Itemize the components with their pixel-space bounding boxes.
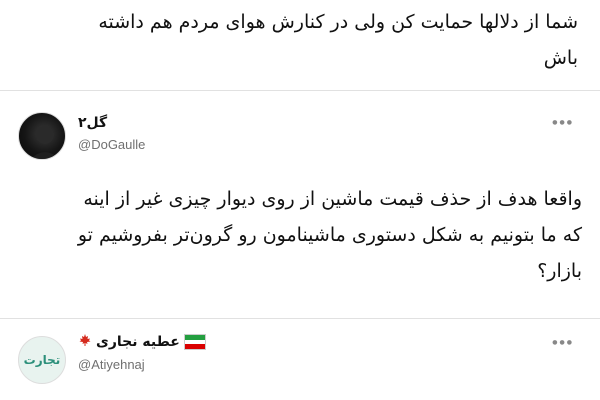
avatar-silhouette-icon [31, 126, 59, 159]
more-horizontal-icon[interactable]: ●●● [552, 339, 574, 346]
avatar[interactable] [18, 112, 66, 160]
maple-leaf-icon [78, 333, 92, 351]
tweet-card[interactable]: تجارت عطیه نجاری @Atiyehnaj ●●● [0, 319, 600, 400]
display-name[interactable]: عطیه نجاری [78, 333, 206, 351]
user-handle[interactable]: @DoGaulle [78, 137, 145, 152]
tweet-card[interactable]: ۲گل @DoGaulle ●●● واقعا هدف از حذف قیمت … [0, 91, 600, 318]
tweet-body: واقعا هدف از حذف قیمت ماشین از روی دیوار… [22, 181, 582, 289]
tweet-line-2: که ما بتونیم به شکل دستوری ماشینامون رو … [77, 224, 582, 246]
display-name[interactable]: ۲گل [78, 115, 107, 131]
previous-tweet-text: شما از دلالها حمایت کن ولی در کنارش هوای… [18, 4, 578, 76]
display-name-text: عطیه نجاری [96, 334, 180, 350]
previous-tweet-line-1: شما از دلالها حمایت کن ولی در کنارش هوای… [98, 11, 578, 33]
avatar-logo-text: تجارت [23, 353, 61, 367]
tweet-line-3: بازار؟ [537, 260, 582, 282]
tweet-line-1: واقعا هدف از حذف قیمت ماشین از روی دیوار… [83, 188, 582, 210]
display-name-text: ۲گل [78, 115, 108, 131]
iran-flag-icon [183, 334, 206, 350]
previous-tweet-line-2: باش [543, 47, 578, 69]
more-horizontal-icon[interactable]: ●●● [552, 119, 574, 126]
avatar[interactable]: تجارت [18, 336, 66, 384]
user-handle[interactable]: @Atiyehnaj [78, 357, 145, 372]
